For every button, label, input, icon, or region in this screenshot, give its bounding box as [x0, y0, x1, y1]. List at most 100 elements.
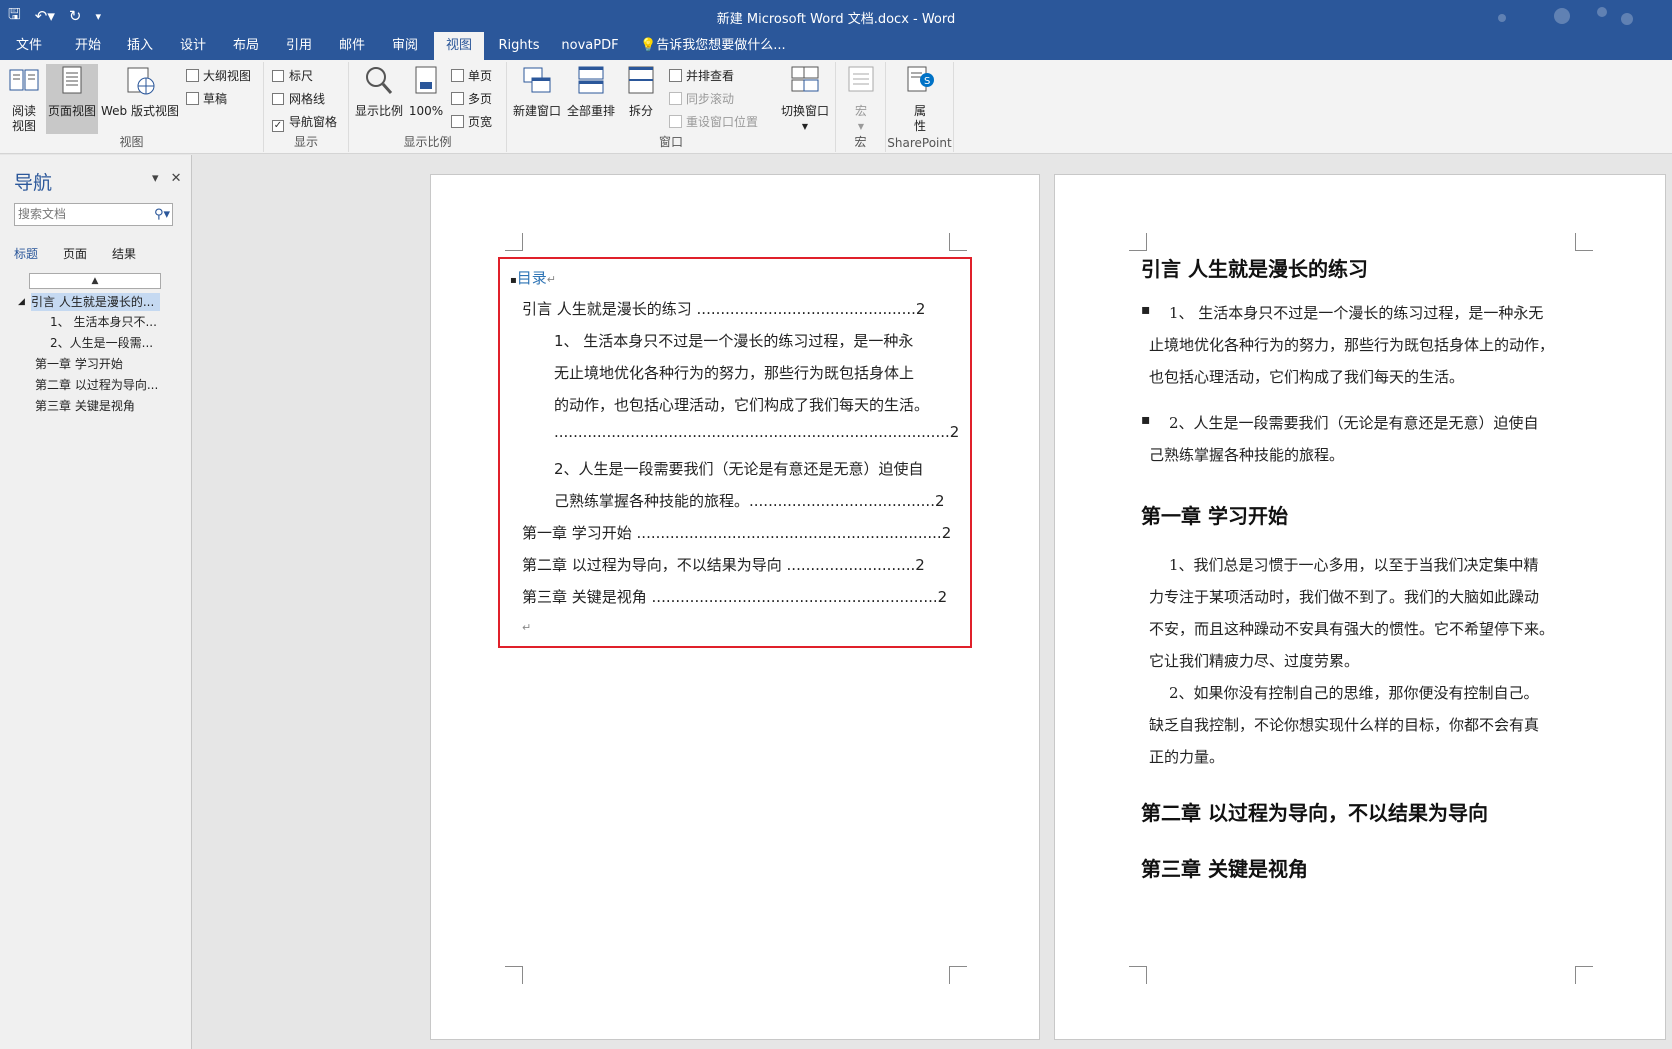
draft-label: 草稿 — [203, 92, 228, 106]
group-zoom-label: 显示比例 — [403, 135, 452, 149]
macros-chevron-icon: ▼ — [857, 122, 865, 131]
tell-me-box[interactable]: 💡告诉我您想要做什么... — [640, 32, 800, 60]
nav-pane-checkbox[interactable]: ✓ 导航窗格 — [272, 112, 337, 132]
nav-heading-ch3[interactable]: 第三章 关键是视角 — [35, 397, 135, 415]
toc-entry[interactable]: 2、人生是一段需要我们（无论是有意还是无意）迫使自 — [554, 458, 924, 479]
tab-design[interactable]: 设计 — [171, 32, 215, 60]
print-layout-button[interactable]: 页面视图 — [46, 64, 98, 134]
split-label: 拆分 — [628, 104, 653, 118]
draft-button[interactable]: 草稿 — [186, 89, 227, 109]
group-views-label: 视图 — [119, 135, 144, 149]
nav-heading-intro[interactable]: 引言 人生就是漫长的... — [31, 293, 160, 311]
search-input[interactable]: 搜索文档 ⚲▾ — [14, 203, 173, 226]
window-title: 新建 Microsoft Word 文档.docx - Word — [716, 12, 956, 27]
margin-corner — [1575, 966, 1593, 984]
outline-button[interactable]: 大纲视图 — [186, 66, 251, 86]
tab-novapdf[interactable]: novaPDF — [556, 32, 624, 60]
tab-home[interactable]: 开始 — [66, 32, 110, 60]
body-text: 1、 生活本身只不过是一个漫长的练习过程，是一种永无 — [1169, 304, 1544, 322]
heading-chapter-2[interactable]: 第二章 以过程为导向，不以结果为导向 — [1141, 797, 1488, 826]
nav-heading-2[interactable]: 2、人生是一段需... — [50, 334, 153, 352]
switch-windows-button[interactable]: 切换窗口 ▼ — [777, 64, 833, 134]
heading-intro[interactable]: 引言 人生就是漫长的练习 — [1141, 253, 1368, 282]
macros-button[interactable]: 宏 ▼ — [842, 64, 880, 134]
tab-review[interactable]: 审阅 — [383, 32, 427, 60]
toc-entry[interactable]: 1、 生活本身只不过是一个漫长的练习过程，是一种永 — [554, 330, 913, 351]
read-mode-icon — [9, 69, 39, 91]
web-layout-button[interactable]: Web 版式视图 — [100, 64, 180, 119]
tab-rights[interactable]: Rights — [492, 32, 546, 60]
zoom-100-button[interactable]: 100% — [407, 64, 445, 119]
side-by-side-button[interactable]: 并排查看 — [669, 66, 734, 86]
tab-layout[interactable]: 布局 — [224, 32, 268, 60]
paragraph-mark: ↵ — [522, 621, 532, 634]
document-page-2[interactable]: 引言 人生就是漫长的练习 ▪ 1、 生活本身只不过是一个漫长的练习过程，是一种永… — [1054, 174, 1666, 1040]
document-page-1[interactable]: ▪目录↵ 引言 人生就是漫长的练习 ......................… — [430, 174, 1040, 1040]
page-width-button[interactable]: 页宽 — [451, 112, 492, 132]
nav-heading-1[interactable]: 1、 生活本身只不... — [50, 313, 157, 331]
group-sharepoint: S 属 性 SharePoint — [886, 62, 954, 152]
nav-heading-ch1[interactable]: 第一章 学习开始 — [35, 355, 123, 373]
read-mode-button[interactable]: 阅读 视图 — [6, 64, 42, 134]
properties-icon: S — [907, 66, 934, 92]
side-by-side-icon — [669, 69, 682, 82]
new-window-button[interactable]: 新建窗口 — [511, 64, 563, 119]
group-macros-label: 宏 — [854, 135, 867, 149]
toc-entry-line: 无止境地优化各种行为的努力，那些行为既包括身体上 — [554, 364, 915, 382]
body-text: 也包括心理活动，它们构成了我们每天的生活。 — [1149, 368, 1465, 386]
multiple-pages-button[interactable]: 多页 — [451, 89, 492, 109]
page-width-label: 页宽 — [468, 115, 493, 129]
collapse-all-icon[interactable]: ▲ — [29, 273, 161, 289]
outline-icon — [186, 69, 199, 82]
nav-pane-check-icon: ✓ — [272, 120, 284, 132]
bullet-icon: ▪ — [1141, 412, 1151, 428]
nav-tab-pages[interactable]: 页面 — [63, 245, 87, 262]
split-button[interactable]: 拆分 — [619, 64, 663, 119]
nav-options-icon[interactable]: ▾ — [152, 171, 159, 186]
zoom-100-label: 100% — [408, 104, 444, 118]
gridlines-checkbox[interactable]: 网格线 — [272, 89, 325, 109]
title-bar: 🖫 ↶▾ ↻ ▾ 新建 Microsoft Word 文档.docx - Wor… — [0, 0, 1672, 32]
expand-collapse-icon[interactable]: ◢ — [18, 293, 25, 311]
print-layout-icon — [62, 66, 82, 94]
split-icon — [628, 66, 654, 94]
toc-entry-line: 的动作，也包括心理活动，它们构成了我们每天的生活。 — [554, 396, 930, 414]
nav-tab-results[interactable]: 结果 — [112, 245, 136, 262]
ruler-checkbox[interactable]: 标尺 — [272, 66, 313, 86]
nav-tab-headings[interactable]: 标题 — [14, 245, 38, 262]
heading-chapter-3[interactable]: 第三章 关键是视角 — [1141, 853, 1308, 882]
ribbon: 阅读 视图 页面视图 Web 版式视图 大纲视图 草稿 视图 标尺 网格线 ✓ 导… — [0, 60, 1672, 154]
tab-file[interactable]: 文件 — [8, 32, 50, 60]
tab-insert[interactable]: 插入 — [118, 32, 162, 60]
toc-entry[interactable]: 引言 人生就是漫长的练习 ...........................… — [522, 298, 925, 319]
side-by-side-label: 并排查看 — [686, 69, 735, 83]
properties-button[interactable]: S 属 性 — [900, 64, 940, 134]
group-show: 标尺 网格线 ✓ 导航窗格 显示 — [264, 62, 349, 152]
new-window-label: 新建窗口 — [512, 104, 561, 118]
read-mode-label-2: 视图 — [11, 119, 36, 133]
macros-icon — [848, 66, 874, 92]
read-mode-label-1: 阅读 — [11, 104, 36, 118]
nav-heading-ch2[interactable]: 第二章 以过程为导向... — [35, 376, 158, 394]
gridlines-check — [272, 93, 284, 105]
tab-mailings[interactable]: 邮件 — [330, 32, 374, 60]
one-page-button[interactable]: 单页 — [451, 66, 492, 86]
tab-view[interactable]: 视图 — [434, 32, 484, 60]
sync-scroll-button[interactable]: 同步滚动 — [669, 89, 734, 109]
table-of-contents[interactable]: ▪目录↵ 引言 人生就是漫长的练习 ......................… — [498, 257, 972, 648]
one-page-icon — [451, 69, 464, 82]
group-window-label: 窗口 — [658, 135, 683, 149]
close-icon[interactable]: ✕ — [171, 171, 182, 186]
margin-corner — [1575, 233, 1593, 251]
toc-entry[interactable]: 第三章 关键是视角 ..............................… — [522, 586, 947, 607]
toc-entry[interactable]: 第二章 以过程为导向，不以结果为导向 .....................… — [522, 554, 925, 575]
search-icon[interactable]: ⚲▾ — [154, 204, 170, 225]
reset-position-button[interactable]: 重设窗口位置 — [669, 112, 758, 132]
toc-entry-line: 己熟练掌握各种技能的旅程。...........................… — [554, 492, 945, 510]
zoom-button[interactable]: 显示比例 — [353, 64, 405, 119]
arrange-all-button[interactable]: 全部重排 — [565, 64, 617, 119]
switch-windows-icon — [791, 66, 819, 92]
tab-references[interactable]: 引用 — [277, 32, 321, 60]
heading-chapter-1[interactable]: 第一章 学习开始 — [1141, 500, 1288, 529]
toc-entry[interactable]: 第一章 学习开始 ...............................… — [522, 522, 951, 543]
